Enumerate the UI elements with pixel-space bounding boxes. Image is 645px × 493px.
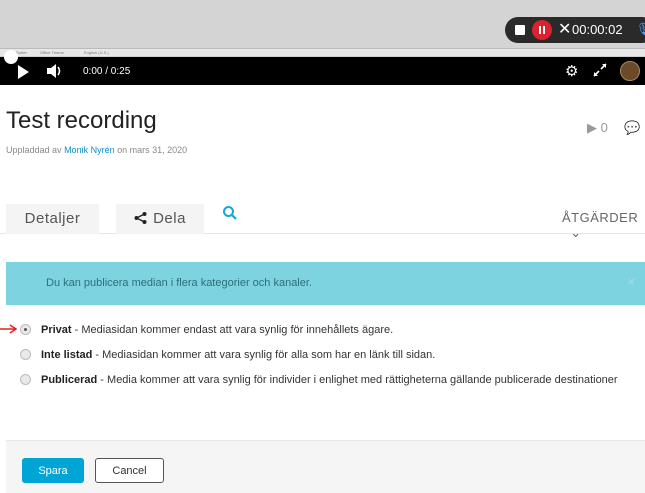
info-alert: Du kan publicera median i flera kategori… <box>6 262 645 305</box>
playback-time: 0:00 / 0:25 <box>83 66 131 77</box>
statusbar-label: English (U.S.) <box>84 50 109 55</box>
option-description: - Media kommer att vara synlig för indiv… <box>97 374 618 386</box>
progress-scrubber[interactable] <box>4 50 18 64</box>
upload-info: Uppladdad av Monik Nyrén on mars 31, 202… <box>6 145 187 155</box>
pause-recording-button[interactable] <box>532 20 552 40</box>
statusbar-label: Office Theme <box>40 50 64 55</box>
search-icon[interactable] <box>222 205 238 221</box>
play-button[interactable] <box>18 65 29 79</box>
tab-dela[interactable]: Dela <box>116 204 204 234</box>
form-footer: Spara Cancel <box>6 440 645 493</box>
gear-icon[interactable]: ⚙ <box>565 62 578 80</box>
play-count-icon: ▶ <box>587 120 597 135</box>
close-recorder-icon[interactable]: ✕ <box>558 19 571 41</box>
player-controls: 0:00 / 0:25 ⚙ <box>0 57 645 85</box>
stop-recording-button[interactable] <box>515 25 525 35</box>
chevron-down-icon: ⌄ <box>562 225 582 240</box>
page-title: Test recording <box>6 107 157 134</box>
author-link[interactable]: Monik Nyrén <box>64 145 115 155</box>
upload-date: on mars 31, 2020 <box>117 145 188 155</box>
tab-label: Detaljer <box>24 210 81 227</box>
microphone-icon[interactable]: 🎙 <box>636 22 645 36</box>
close-icon[interactable]: × <box>627 274 635 289</box>
option-label: Publicerad <box>41 374 98 386</box>
radio-unlisted[interactable] <box>20 349 31 360</box>
arrow-annotation-icon <box>0 324 18 334</box>
video-frame-statusbar: Slide Sorter Office Theme English (U.S.) <box>0 48 645 56</box>
comments-count: 💬 <box>624 120 640 136</box>
plays-value: 0 <box>600 120 608 135</box>
visibility-option-private[interactable]: Privat - Mediasidan kommer endast att va… <box>20 324 393 336</box>
uploaded-by-label: Uppladdad av <box>6 145 62 155</box>
option-description: - Mediasidan kommer att vara synlig för … <box>92 349 436 361</box>
comment-icon: 💬 <box>624 120 641 135</box>
recorder-toolbar: ✕ 00:00:02 🎙 ✎ <box>505 17 645 43</box>
option-label: Privat <box>41 324 72 336</box>
share-icon <box>134 212 147 224</box>
logo-icon <box>620 61 640 81</box>
cancel-button[interactable]: Cancel <box>95 458 164 483</box>
alert-message: Du kan publicera median i flera kategori… <box>46 277 312 289</box>
tab-detaljer[interactable]: Detaljer <box>6 204 99 234</box>
option-label: Inte listad <box>41 349 93 361</box>
visibility-option-unlisted[interactable]: Inte listad - Mediasidan kommer att vara… <box>20 349 435 361</box>
actions-label: ÅTGÄRDER <box>562 210 639 225</box>
recording-timer: 00:00:02 <box>572 22 623 37</box>
tab-label: Dela <box>153 210 186 227</box>
plays-count: ▶ 0 <box>587 120 608 136</box>
save-button[interactable]: Spara <box>22 458 84 483</box>
visibility-option-published[interactable]: Publicerad - Media kommer att vara synli… <box>20 374 618 386</box>
option-description: - Mediasidan kommer endast att vara synl… <box>71 324 394 336</box>
video-player[interactable]: Slide Sorter Office Theme English (U.S.)… <box>0 0 645 85</box>
volume-icon[interactable] <box>47 64 63 78</box>
radio-published[interactable] <box>20 374 31 385</box>
radio-private[interactable] <box>20 324 31 335</box>
fullscreen-icon[interactable] <box>593 63 607 77</box>
actions-dropdown[interactable]: ÅTGÄRDER ⌄ <box>562 210 645 241</box>
